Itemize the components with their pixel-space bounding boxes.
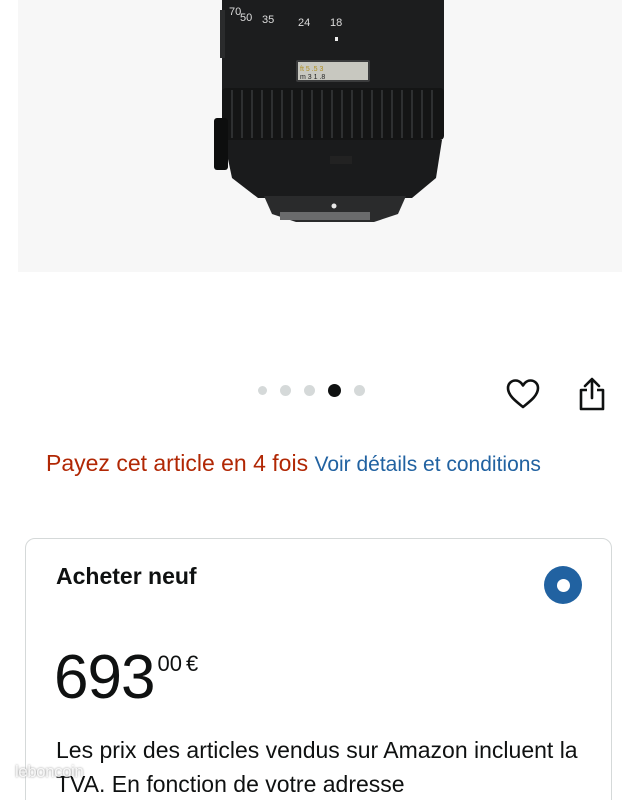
carousel-dot[interactable] [354,385,365,396]
price: 693 00 € [54,643,198,713]
buy-new-radio[interactable] [544,566,582,604]
carousel-dot[interactable] [258,386,267,395]
watermark: leboncoin [15,762,84,781]
installment-promo: Payez cet article en 4 fois Voir détails… [46,446,606,482]
product-image[interactable]: ft 5 .5 3 m 3 1 .8 70 50 35 24 18 [0,0,630,275]
carousel-dot[interactable] [280,385,291,396]
buy-new-box[interactable]: Acheter neuf 693 00 € Les prix des artic… [25,538,612,800]
distance-scale-ft: ft 5 .5 3 [300,66,323,73]
wishlist-button[interactable] [501,372,545,416]
tax-note: Les prix des articles vendus sur Amazon … [56,737,578,797]
share-icon [579,377,605,411]
focal-length-label: 35 [262,14,274,26]
focal-length-label: 18 [330,17,342,29]
buy-new-title: Acheter neuf [56,563,197,589]
price-whole: 693 [54,643,155,712]
carousel-indicator[interactable] [258,384,365,397]
focal-length-label: 50 [240,12,252,24]
focal-length-label: 24 [298,17,310,29]
carousel-dot-active[interactable] [328,384,341,397]
radio-selected-dot [556,578,570,592]
price-fraction: 00 [157,651,182,676]
installment-text: Payez cet article en 4 fois [46,450,309,476]
distance-scale-m: m 3 1 .8 [300,74,325,81]
heart-icon [506,379,540,409]
share-button[interactable] [570,372,614,416]
carousel-dot[interactable] [304,385,315,396]
details-link[interactable]: Voir détails et conditions [314,453,540,476]
price-currency: € [185,651,199,676]
lens-illustration: ft 5 .5 3 m 3 1 .8 70 50 35 24 18 [18,0,622,272]
